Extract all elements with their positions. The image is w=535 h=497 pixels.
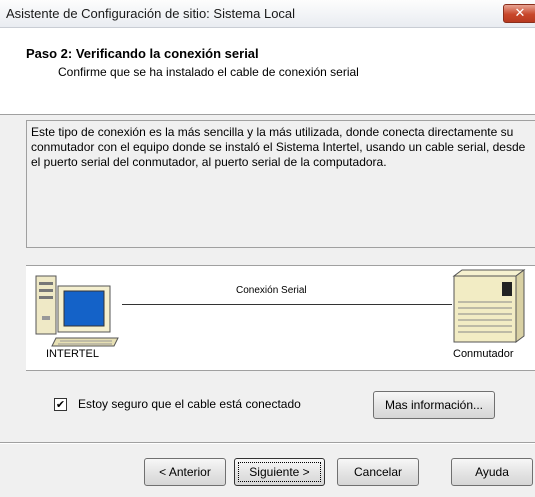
conmutador-label: Conmutador	[453, 348, 514, 360]
more-info-button[interactable]: Mas información...	[373, 391, 495, 419]
step-title: Paso 2: Verificando la conexión serial	[26, 46, 259, 61]
description-text: Este tipo de conexión es la más sencilla…	[31, 125, 526, 169]
wizard-header: Paso 2: Verificando la conexión serial C…	[0, 28, 535, 115]
back-button[interactable]: < Anterior	[144, 458, 226, 486]
description-box: Este tipo de conexión es la más sencilla…	[26, 120, 535, 248]
switch-device-icon	[452, 269, 526, 343]
close-icon: ✕	[514, 6, 526, 21]
confirm-checkbox-label[interactable]: Estoy seguro que el cable está conectado	[78, 397, 301, 411]
computer-icon	[35, 275, 119, 347]
help-button[interactable]: Ayuda	[451, 458, 533, 486]
connection-diagram: Conexión Serial INTERTEL Conmutador	[26, 265, 535, 371]
close-button[interactable]: ✕	[503, 4, 535, 23]
cancel-button[interactable]: Cancelar	[337, 458, 419, 486]
next-button[interactable]: Siguiente >	[234, 458, 325, 486]
footer-separator-highlight	[0, 443, 535, 444]
step-subtitle: Confirme que se ha instalado el cable de…	[58, 65, 359, 79]
next-button-label: Siguiente >	[249, 465, 310, 479]
confirm-checkbox[interactable]: ✔	[54, 398, 67, 411]
title-bar: Asistente de Configuración de sitio: Sis…	[0, 0, 535, 28]
serial-cable-line	[122, 304, 452, 305]
window-title: Asistente de Configuración de sitio: Sis…	[6, 6, 296, 21]
intertel-label: INTERTEL	[46, 348, 99, 360]
connection-label: Conexión Serial	[236, 285, 307, 296]
